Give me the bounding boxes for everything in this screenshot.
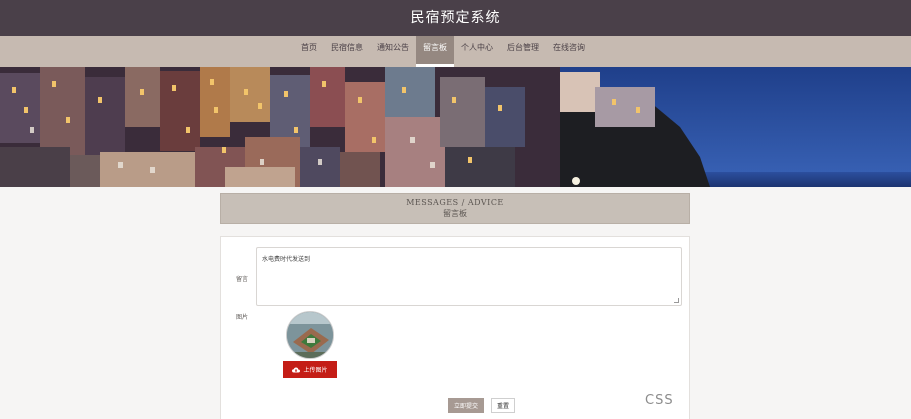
upload-label: 上传图片 [303, 368, 328, 374]
message-textarea[interactable]: 水电费时代发送到 [256, 247, 682, 306]
nav-item-homestay-info[interactable]: 民宿信息 [324, 36, 370, 67]
reset-button[interactable]: 重置 [491, 398, 515, 413]
section-heading: MESSAGES / ADVICE 留言板 [220, 193, 690, 224]
main-navigation: 首页 民宿信息 通知公告 留言板 个人中心 后台管理 在线咨询 [0, 36, 911, 67]
message-form: 留言 水电费时代发送到 图片 上传图片 立即提交 重置 [220, 236, 690, 419]
nav-item-online-consult[interactable]: 在线咨询 [546, 36, 592, 67]
nav-item-home[interactable]: 首页 [294, 36, 324, 67]
top-header: 民宿预定系统 [0, 0, 911, 36]
section-title-en: MESSAGES / ADVICE [406, 198, 504, 207]
nav-item-announcements[interactable]: 通知公告 [370, 36, 416, 67]
banner-image [0, 67, 911, 187]
site-title: 民宿预定系统 [410, 10, 501, 26]
submit-button[interactable]: 立即提交 [448, 398, 484, 413]
section-title-cn: 留言板 [443, 209, 467, 218]
nav-item-personal-center[interactable]: 个人中心 [454, 36, 500, 67]
image-label: 图片 [236, 314, 249, 321]
message-text: 水电费时代发送到 [262, 256, 311, 263]
message-label: 留言 [236, 276, 249, 283]
cloud-upload-icon [292, 367, 301, 372]
nav-list: 首页 民宿信息 通知公告 留言板 个人中心 后台管理 在线咨询 [294, 36, 592, 67]
upload-image-button[interactable]: 上传图片 [283, 361, 337, 378]
banner-carousel[interactable] [0, 67, 911, 187]
nav-item-message-board[interactable]: 留言板 [416, 36, 454, 67]
watermark-logo: CSS [645, 393, 674, 408]
resize-handle-icon[interactable] [674, 298, 679, 303]
nav-item-admin[interactable]: 后台管理 [500, 36, 546, 67]
uploaded-image-thumbnail [286, 311, 334, 359]
